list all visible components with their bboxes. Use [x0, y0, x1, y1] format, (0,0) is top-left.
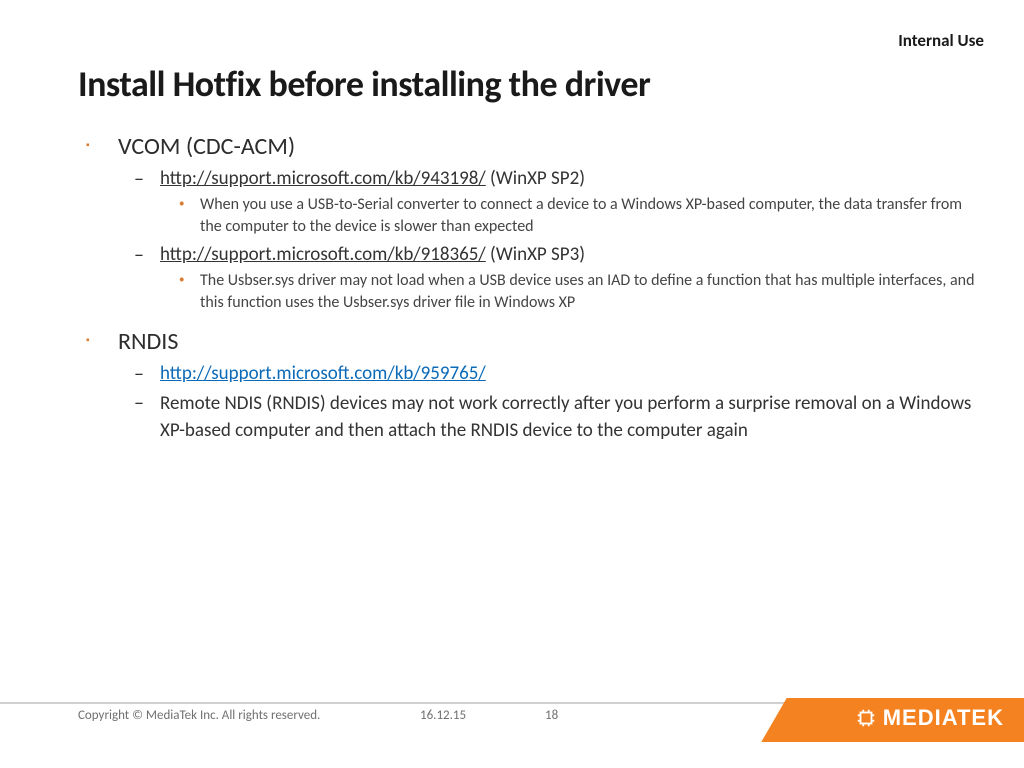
rndis-link-1-url[interactable]: http://support.microsoft.com/kb/959765/	[160, 362, 486, 385]
bullet-rndis-text: RNDIS	[118, 327, 178, 356]
footer-copyright: Copyright © MediaTek Inc. All rights res…	[78, 708, 320, 723]
slide-body: VCOM (CDC-ACM) http://support.microsoft.…	[78, 132, 984, 449]
vcom-link-1: http://support.microsoft.com/kb/943198/ …	[78, 167, 984, 190]
bullet-vcom-text: VCOM (CDC-ACM)	[118, 132, 295, 161]
vcom-detail-1: When you use a USB-to-Serial converter t…	[78, 194, 984, 237]
footer-date: 16.12.15	[420, 708, 466, 723]
vcom-detail-2-text: The Usbser.sys driver may not load when …	[200, 271, 974, 312]
vcom-link-1-suffix: (WinXP SP2)	[486, 167, 585, 190]
vcom-detail-1-text: When you use a USB-to-Serial converter t…	[200, 195, 962, 236]
vcom-link-1-text: http://support.microsoft.com/kb/943198/ …	[160, 167, 585, 190]
footer-page-number: 18	[545, 708, 558, 723]
rndis-desc: Remote NDIS (RNDIS) devices may not work…	[78, 391, 984, 444]
vcom-link-1-url[interactable]: http://support.microsoft.com/kb/943198/	[160, 167, 486, 190]
vcom-link-2-url[interactable]: http://support.microsoft.com/kb/918365/	[160, 243, 486, 266]
logo-label: MEDIATEK	[883, 705, 1004, 731]
logo: MEDIATEK	[794, 698, 1024, 742]
slide: Internal Use Install Hotfix before insta…	[0, 0, 1024, 768]
logo-text: MEDIATEK	[855, 705, 1004, 731]
rndis-link-1: http://support.microsoft.com/kb/959765/	[78, 362, 984, 385]
rndis-link-1-text: http://support.microsoft.com/kb/959765/	[160, 362, 486, 385]
chip-icon	[855, 707, 877, 729]
rndis-desc-text: Remote NDIS (RNDIS) devices may not work…	[160, 392, 971, 442]
classification-label: Internal Use	[898, 30, 984, 51]
vcom-link-2: http://support.microsoft.com/kb/918365/ …	[78, 243, 984, 266]
bullet-rndis: RNDIS	[78, 327, 984, 356]
bullet-vcom: VCOM (CDC-ACM)	[78, 132, 984, 161]
vcom-link-2-text: http://support.microsoft.com/kb/918365/ …	[160, 243, 585, 266]
vcom-detail-2: The Usbser.sys driver may not load when …	[78, 270, 984, 313]
vcom-link-2-suffix: (WinXP SP3)	[486, 243, 585, 266]
slide-title: Install Hotfix before installing the dri…	[78, 62, 650, 106]
